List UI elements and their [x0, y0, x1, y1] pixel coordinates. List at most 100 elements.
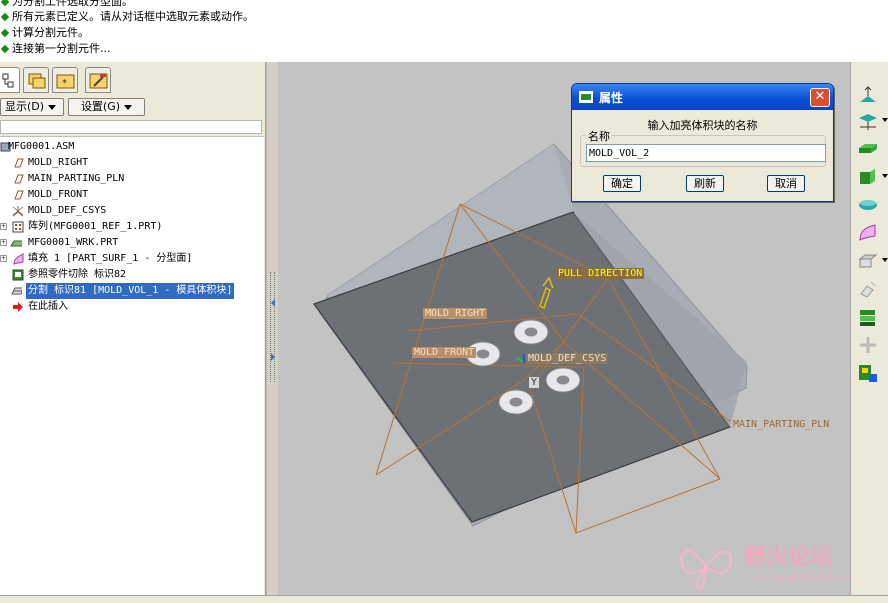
panel-splitter[interactable] — [266, 62, 278, 603]
chevron-left-icon[interactable] — [269, 298, 277, 308]
folder-star-icon: * — [56, 74, 75, 89]
tab-model-tree[interactable] — [0, 67, 20, 93]
tab-favorites[interactable] — [85, 67, 111, 93]
message-bullet-icon — [0, 0, 10, 7]
mold-right-label: MOLD_RIGHT — [423, 308, 488, 319]
cast-tool-icon[interactable] — [857, 306, 879, 328]
tree-item-label: MOLD_DEF_CSYS — [28, 205, 107, 216]
insert-here-icon — [13, 302, 23, 312]
tree-item-label: 参照零件切除 标识82 — [28, 269, 127, 280]
csys-icon — [12, 206, 23, 217]
parting-face — [313, 211, 731, 523]
datum-plane-icon — [14, 158, 24, 168]
tree-item-label: MOLD_RIGHT — [28, 157, 89, 168]
tree-item[interactable]: MOLD_FRONT — [0, 187, 264, 203]
workpiece-tool-icon[interactable] — [857, 138, 879, 160]
layers-icon — [28, 73, 46, 89]
tree-item[interactable]: 参照零件切除 标识82 — [0, 267, 264, 283]
tree-item-selected[interactable]: 分割 标识81 [MOLD_VOL_1 - 模具体积块] — [0, 283, 264, 299]
message-text: 计算分割元件。 — [12, 26, 89, 39]
tree-menu-row: 显示(D) 设置(G) — [0, 96, 266, 118]
app-icon — [579, 91, 593, 103]
refresh-button[interactable]: 刷新 — [686, 175, 724, 192]
shrink-tool-icon[interactable] — [857, 110, 879, 132]
tree-item-label: 分割 标识81 [MOLD_VOL_1 - 模具体积块] — [26, 283, 235, 299]
watermark-title: 野火论坛 — [744, 545, 833, 570]
pull-direction-tool-icon[interactable] — [857, 84, 879, 106]
message-text: 所有元素已定义。请从对话框中选取元素或动作。 — [12, 10, 254, 23]
message-text: 为分割工件选取分型面。 — [12, 0, 133, 8]
expand-icon[interactable]: + — [0, 223, 7, 230]
tree-item[interactable]: 在此插入 — [0, 299, 264, 315]
tree-item-label: 在此插入 — [28, 301, 68, 312]
model-tree-panel: * 显示(D) 设置(G) MFG0001.ASM MOLD_RIGHT MAI… — [0, 62, 266, 603]
split-icon — [11, 287, 22, 295]
datum-plane-icon — [14, 190, 24, 200]
ok-button[interactable]: 确定 — [603, 175, 641, 192]
tree-item-label: MOLD_FRONT — [28, 189, 89, 200]
volume-name-field[interactable] — [586, 144, 826, 162]
message-text: 连接第一分割元件... — [12, 42, 111, 55]
expand-icon[interactable]: + — [0, 255, 7, 262]
show-menu-label: 显示(D) — [5, 100, 45, 113]
model-tree: MFG0001.ASM MOLD_RIGHT MAIN_PARTING_PLN … — [0, 136, 264, 598]
tree-item[interactable]: + 填充 1 [PART_SURF_1 - 分型面] — [0, 251, 264, 267]
tree-header-bar — [0, 120, 262, 134]
volume-block-tool-icon[interactable] — [857, 194, 879, 216]
chevron-down-icon[interactable] — [882, 174, 888, 178]
cancel-button[interactable]: 取消 — [767, 175, 805, 192]
message-bullet-icon — [0, 12, 10, 22]
tab-folder[interactable]: * — [52, 67, 78, 93]
tree-item[interactable]: MAIN_PARTING_PLN — [0, 171, 264, 187]
cutout-icon — [12, 269, 24, 281]
parting-surface-tool-icon[interactable] — [857, 222, 879, 244]
tab-layers[interactable] — [23, 67, 49, 93]
dialog-title: 属性 — [599, 91, 624, 105]
axis-y-label: Y — [529, 377, 540, 388]
message-area: 为分割工件选取分型面。 所有元素已定义。请从对话框中选取元素或动作。 计算分割元… — [0, 0, 888, 62]
butterfly-logo-icon — [680, 550, 732, 591]
svg-text:*: * — [62, 78, 67, 89]
close-icon: ✕ — [814, 89, 826, 104]
expand-icon[interactable]: + — [0, 239, 7, 246]
dialog-titlebar[interactable]: 属性 ✕ — [572, 84, 833, 110]
tree-item[interactable]: MOLD_RIGHT — [0, 155, 264, 171]
chevron-down-icon[interactable] — [882, 258, 888, 262]
name-group-label: 名称 — [586, 128, 612, 144]
settings-menu-button[interactable]: 设置(G) — [68, 98, 145, 116]
hammer-icon — [89, 73, 108, 89]
mold-def-csys-label: MOLD_DEF_CSYS — [526, 353, 609, 364]
tree-item-label: 阵列(MFG0001_REF_1.PRT) — [28, 221, 163, 232]
chevron-down-icon — [48, 104, 57, 110]
close-button[interactable]: ✕ — [810, 88, 830, 107]
part-icon — [10, 240, 22, 247]
message-line: 所有元素已定义。请从对话框中选取元素或动作。 — [0, 9, 254, 25]
mold-component-tool-icon[interactable] — [857, 166, 879, 188]
mold-opening-tool-icon[interactable] — [857, 362, 879, 384]
split-volume-tool-icon[interactable] — [857, 250, 879, 272]
chevron-down-icon[interactable] — [882, 118, 888, 122]
tree-item[interactable]: MOLD_DEF_CSYS — [0, 203, 264, 219]
tree-item[interactable]: + 阵列(MFG0001_REF_1.PRT) — [0, 219, 264, 235]
settings-menu-label: 设置(G) — [80, 100, 121, 113]
extract-tool-icon[interactable] — [857, 278, 879, 300]
status-bar — [0, 595, 888, 603]
message-bullet-icon — [0, 44, 10, 54]
message-bullet-icon — [0, 28, 10, 38]
navigator-tabs: * — [0, 65, 266, 95]
pull-direction-label: PULL DIRECTION — [556, 268, 645, 279]
fill-surface-icon — [13, 253, 24, 265]
message-line: 计算分割元件。 — [0, 25, 89, 41]
runner-tool-icon[interactable] — [857, 334, 879, 356]
main-parting-pln-label: MAIN_PARTING_PLN — [733, 419, 830, 430]
tree-item-label: 填充 1 [PART_SURF_1 - 分型面] — [28, 253, 193, 264]
show-menu-button[interactable]: 显示(D) — [0, 98, 64, 116]
tree-item-label: MAIN_PARTING_PLN — [28, 173, 125, 184]
tree-item-label: MFG0001.ASM — [8, 141, 75, 152]
chevron-right-icon[interactable] — [269, 352, 277, 362]
tree-item[interactable]: MFG0001.ASM — [0, 139, 264, 155]
datum-plane-icon — [14, 174, 24, 184]
site-watermark: 野火论坛 www.proewildfire.cn — [672, 537, 888, 595]
tree-item[interactable]: + MFG0001_WRK.PRT — [0, 235, 264, 251]
splitter-grip[interactable] — [270, 272, 275, 382]
